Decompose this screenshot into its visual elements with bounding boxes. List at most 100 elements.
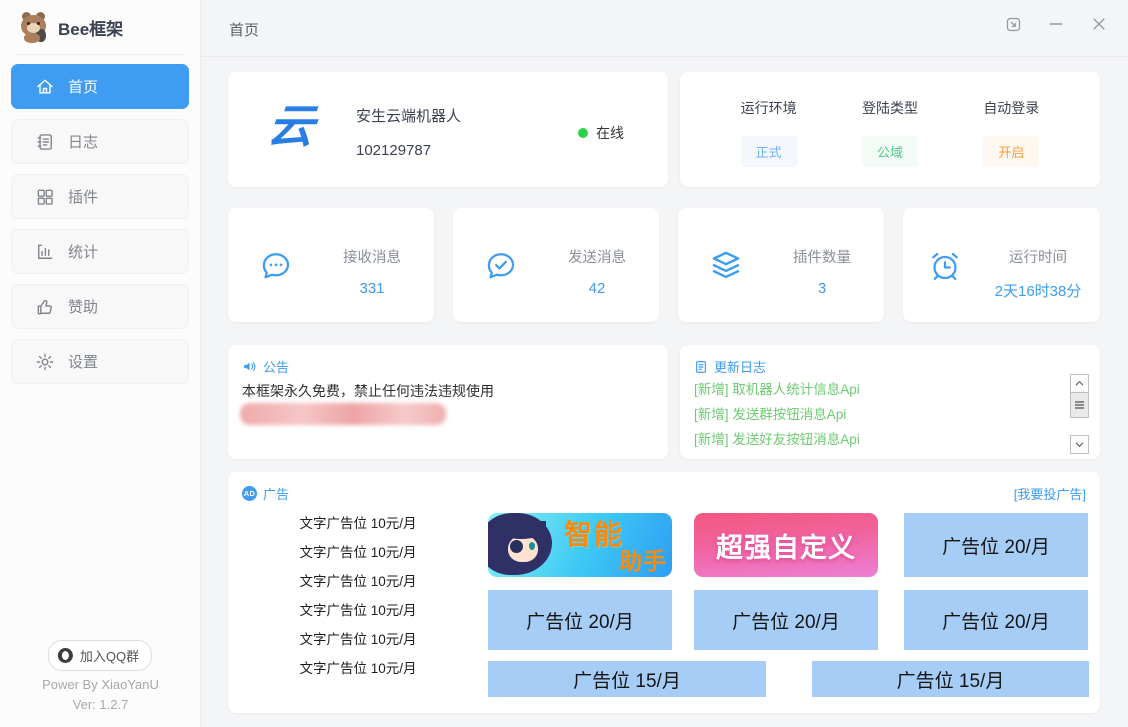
changelog-header: 更新日志 (694, 357, 766, 376)
stat-card-received: 接收消息 331 (228, 208, 434, 322)
home-icon (35, 77, 55, 97)
env-label: 运行环境 (741, 98, 797, 118)
page-title: 首页 (229, 19, 259, 40)
place-ad-link[interactable]: [我要投广告] (1014, 484, 1086, 503)
text-ad-slot[interactable]: 文字广告位 10元/月 (252, 544, 464, 562)
sidebar-item-sponsor[interactable]: 赞助 (11, 284, 189, 329)
sidebar-divider (16, 54, 184, 55)
text-ad-column: 文字广告位 10元/月 文字广告位 10元/月 文字广告位 10元/月 文字广告… (252, 515, 464, 678)
close-button[interactable] (1090, 15, 1108, 33)
scrollbar-thumb[interactable] (1070, 393, 1089, 418)
chevron-up-icon (1074, 378, 1085, 389)
robot-status: 在线 (578, 123, 624, 143)
ad-slot-15[interactable]: 广告位 15/月 (488, 661, 766, 697)
app-logo-row: Bee框架 (0, 0, 200, 53)
ad-slot-20[interactable]: 广告位 20/月 (904, 590, 1088, 650)
document-icon (694, 360, 708, 374)
join-qq-group-button[interactable]: 加入QQ群 (48, 640, 152, 671)
ads-title: 广告 (263, 484, 289, 503)
window-controls (1005, 15, 1108, 33)
banner-text-line1: 智能 (564, 513, 624, 553)
smart-assistant-ad-banner[interactable]: 智能 助手 (488, 513, 672, 577)
sidebar-nav: 首页 日志 插件 统计 赞助 设置 (0, 64, 200, 384)
environment-columns: 运行环境 正式 登陆类型 公域 自动登录 开启 (680, 72, 1100, 167)
thumbs-up-icon (35, 297, 55, 317)
banner-text-line2: 助手 (619, 542, 667, 576)
sidebar-item-label: 首页 (68, 76, 98, 97)
thumb-grip (1075, 404, 1084, 406)
announcement-header: 公告 (242, 357, 289, 376)
ad-slot-20[interactable]: 广告位 20/月 (694, 590, 878, 650)
sidebar-item-logs[interactable]: 日志 (11, 119, 189, 164)
powered-by-text: Power By XiaoYanU (0, 677, 201, 692)
banner-text: 超强自定义 (716, 526, 856, 565)
scroll-down-button[interactable] (1070, 435, 1089, 454)
sidebar-item-label: 统计 (68, 241, 98, 262)
robot-id: 102129787 (356, 142, 431, 159)
env-value-badge: 公域 (862, 136, 918, 167)
app-title: Bee框架 (58, 15, 123, 40)
plugins-icon (35, 187, 55, 207)
online-status-label: 在线 (596, 123, 624, 143)
minimize-to-tray-button[interactable] (1005, 16, 1022, 33)
stat-value: 3 (774, 280, 870, 297)
announcement-text: 本框架永久免费，禁止任何违法违规使用 (242, 381, 494, 401)
env-col-runtime: 运行环境 正式 (741, 98, 797, 167)
environment-card: 运行环境 正式 登陆类型 公域 自动登录 开启 (680, 72, 1100, 187)
text-ad-slot[interactable]: 文字广告位 10元/月 (252, 602, 464, 620)
text-ad-slot[interactable]: 文字广告位 10元/月 (252, 573, 464, 591)
chevron-down-icon (1074, 439, 1085, 450)
sidebar-item-label: 设置 (68, 351, 98, 372)
changelog-entry: [新增] 发送好友按钮消息Api (694, 428, 860, 448)
changelog-title: 更新日志 (714, 357, 766, 376)
text-ad-slot[interactable]: 文字广告位 10元/月 (252, 660, 464, 678)
app-window: { "app": { "name": "Bee框架", "join_qq_lab… (0, 0, 1128, 727)
changelog-entry: [新增] 取机器人统计信息Api (694, 378, 860, 398)
sidebar-item-stats[interactable]: 统计 (11, 229, 189, 274)
version-text: Ver: 1.2.7 (0, 697, 201, 712)
eyepatch (510, 540, 523, 553)
announcement-title: 公告 (263, 357, 289, 376)
stat-label: 接收消息 (324, 246, 420, 267)
ad-badge-icon: AD (242, 486, 257, 501)
ad-slot-15[interactable]: 广告位 15/月 (812, 661, 1089, 697)
stat-value: 42 (549, 280, 645, 297)
stat-value: 331 (324, 280, 420, 297)
ads-header: AD 广告 (242, 484, 289, 503)
stat-label: 插件数量 (774, 246, 870, 267)
text-ad-slot[interactable]: 文字广告位 10元/月 (252, 631, 464, 649)
changelog-scrollbar[interactable] (1070, 374, 1089, 454)
scroll-up-button[interactable] (1070, 374, 1089, 393)
stat-card-uptime: 运行时间 2天16时38分 (903, 208, 1100, 322)
cloud-robot-logo: 云 (265, 100, 316, 152)
ad-slot-20[interactable]: 广告位 20/月 (904, 513, 1088, 577)
header-bar: 首页 (201, 0, 1128, 57)
alarm-clock-icon (927, 248, 963, 284)
robot-info-card: 云 安生云端机器人 102129787 在线 (228, 72, 668, 187)
qq-icon (58, 648, 73, 663)
env-value-badge: 开启 (983, 136, 1039, 167)
sidebar-item-plugins[interactable]: 插件 (11, 174, 189, 219)
sidebar-item-label: 插件 (68, 186, 98, 207)
super-custom-ad-banner[interactable]: 超强自定义 (694, 513, 878, 577)
stats-icon (35, 242, 55, 262)
sidebar-item-settings[interactable]: 设置 (11, 339, 189, 384)
chat-dots-icon (258, 248, 294, 284)
env-value-badge: 正式 (741, 136, 797, 167)
minimize-button[interactable] (1047, 15, 1065, 33)
online-status-dot (578, 128, 588, 138)
sidebar: Bee框架 首页 日志 插件 统计 赞助 设置 加入QQ群 Pow (0, 0, 201, 727)
env-label: 登陆类型 (862, 98, 918, 118)
bear-logo-icon (20, 11, 48, 43)
env-col-autologin: 自动登录 开启 (983, 98, 1039, 167)
gear-icon (35, 352, 55, 372)
stat-label: 运行时间 (983, 246, 1093, 267)
layers-icon (708, 248, 744, 284)
ad-slot-20[interactable]: 广告位 20/月 (488, 590, 672, 650)
text-ad-slot[interactable]: 文字广告位 10元/月 (252, 515, 464, 533)
stat-label: 发送消息 (549, 246, 645, 267)
chat-check-icon (483, 248, 519, 284)
sidebar-item-home[interactable]: 首页 (11, 64, 189, 109)
ads-card: AD 广告 [我要投广告] 文字广告位 10元/月 文字广告位 10元/月 文字… (228, 472, 1100, 713)
robot-name: 安生云端机器人 (356, 105, 461, 126)
